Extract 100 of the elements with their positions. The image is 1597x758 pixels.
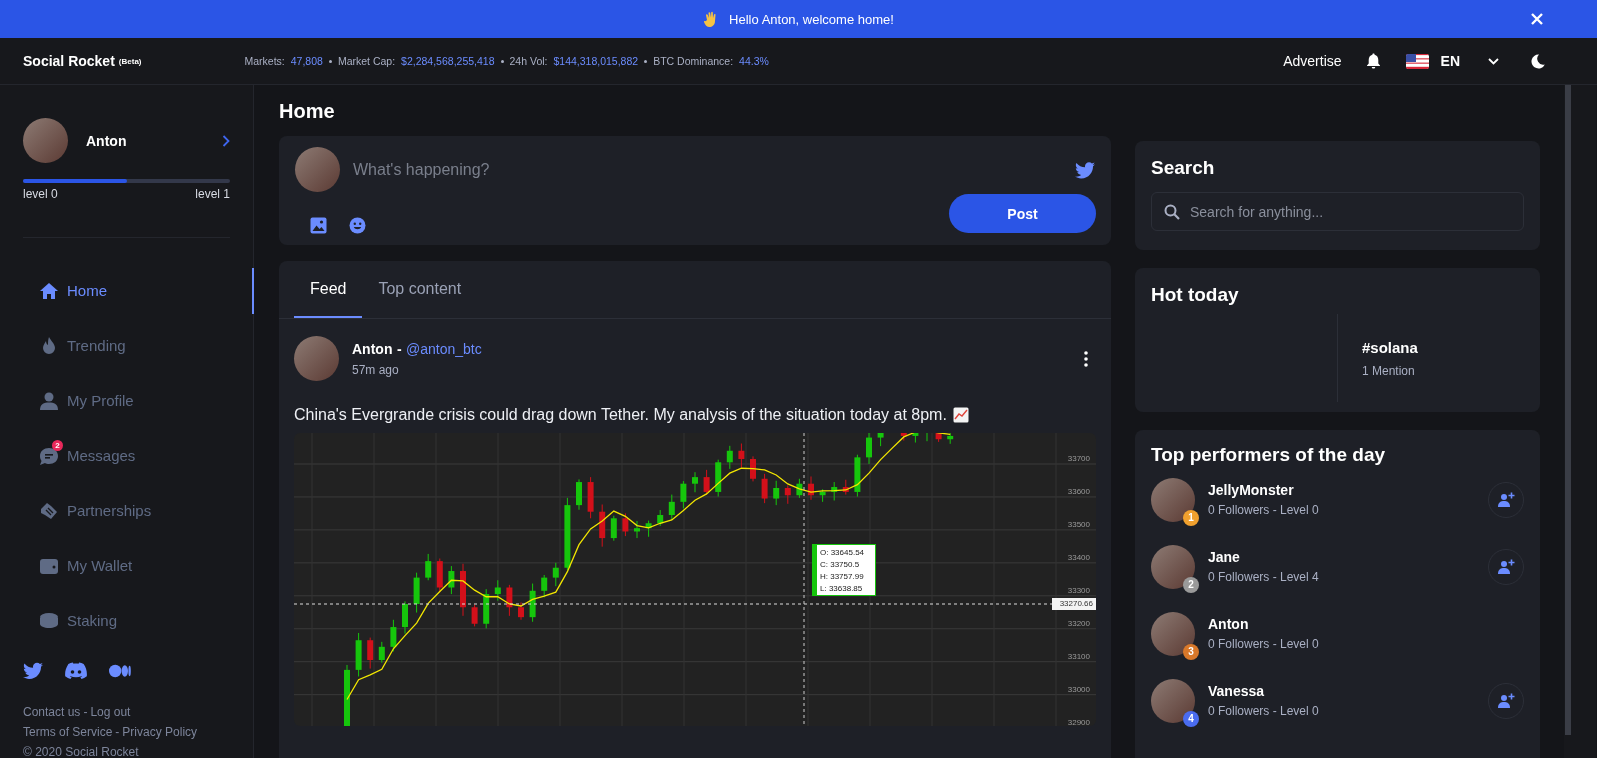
candle: [680, 480, 687, 509]
price-tag: 33270.66: [1052, 598, 1096, 610]
card-title: Search: [1151, 157, 1216, 179]
nav-item[interactable]: Staking: [23, 593, 230, 648]
footer-link[interactable]: Contact us: [23, 705, 81, 719]
avatar-photo[interactable]: [23, 118, 68, 163]
axis-tick-label: 33700: [1067, 454, 1090, 463]
candle: [494, 579, 501, 602]
tooltip-value: O: 33645.54: [820, 547, 866, 559]
nav-item[interactable]: Partnerships: [23, 483, 230, 538]
footer-link[interactable]: Terms of Service: [23, 725, 113, 739]
add-person-icon: [1497, 492, 1515, 507]
close-icon[interactable]: [1531, 13, 1543, 25]
nav-item[interactable]: Home: [23, 263, 230, 318]
candle: [448, 565, 455, 595]
feed-tab[interactable]: Top content: [362, 261, 478, 318]
candle: [344, 664, 350, 726]
stat-label: BTC Dominance:: [653, 55, 734, 67]
stat-value[interactable]: 47,808: [290, 55, 323, 67]
axis-tick-label: 33100: [1067, 651, 1090, 661]
twitter-icon[interactable]: [1075, 162, 1095, 179]
mention-count: 1 Mention: [1362, 364, 1416, 378]
us-flag-icon[interactable]: [1405, 53, 1429, 69]
candle: [877, 433, 884, 447]
candle: [436, 558, 443, 593]
performer-name[interactable]: Jane: [1208, 549, 1319, 565]
candle: [715, 459, 722, 498]
image-icon[interactable]: [310, 217, 327, 234]
twitter-icon[interactable]: [23, 662, 43, 680]
discord-icon[interactable]: [65, 662, 87, 680]
feed-tab[interactable]: Feed: [294, 261, 363, 318]
candle: [831, 481, 838, 501]
notification-bell-icon[interactable]: [1365, 53, 1381, 69]
separator-dot: [644, 59, 648, 63]
candle: [761, 473, 768, 504]
axis-tick-label: 32900: [1067, 717, 1090, 726]
candle: [784, 484, 791, 505]
candle: [900, 433, 907, 442]
candle: [866, 433, 872, 465]
performer-name[interactable]: Anton: [1208, 616, 1319, 632]
language-selector[interactable]: EN: [1440, 53, 1460, 69]
candle: [587, 476, 594, 519]
user-name[interactable]: Anton: [86, 132, 127, 149]
stat-value[interactable]: $2,284,568,255,418: [401, 55, 495, 67]
tooltip-value: H: 33757.99: [820, 571, 865, 583]
candle: [413, 572, 420, 614]
performer-name[interactable]: Vanessa: [1208, 683, 1319, 699]
page-title: Home: [279, 100, 336, 123]
nav-item[interactable]: My Profile: [23, 373, 230, 428]
performer-name[interactable]: JellyMonster: [1208, 482, 1319, 498]
candle: [506, 584, 513, 617]
emoji-icon[interactable]: [349, 217, 366, 234]
candle: [367, 637, 374, 670]
stat-value[interactable]: 44.3%: [739, 55, 769, 67]
stat-value[interactable]: $144,318,015,882: [553, 55, 639, 67]
candle: [425, 553, 432, 581]
candle: [935, 433, 942, 443]
avatar-photo[interactable]: [1151, 678, 1195, 723]
avatar-photo[interactable]: [1151, 611, 1195, 656]
nav-item[interactable]: Trending: [23, 318, 230, 373]
axis-tick-label: 33400: [1067, 552, 1090, 562]
nav-item[interactable]: My Wallet: [23, 538, 230, 593]
medium-icon[interactable]: [109, 662, 131, 680]
post-button[interactable]: Post: [949, 194, 1096, 233]
moon-icon[interactable]: [1531, 53, 1545, 69]
axis-tick-label: 33200: [1067, 618, 1090, 628]
author-name[interactable]: Anton: [352, 341, 393, 357]
author-handle[interactable]: @anton_btc: [406, 341, 482, 357]
add-person-icon: [1497, 559, 1515, 574]
advertise-link[interactable]: Advertise: [1283, 53, 1342, 69]
search-field[interactable]: Search for anything...: [1151, 192, 1524, 231]
brand-logo[interactable]: Social Rocket: [23, 53, 115, 69]
candle: [599, 503, 606, 548]
performer-stats: 0 Followers - Level 0: [1208, 637, 1319, 651]
candle: [854, 454, 861, 498]
more-options-icon[interactable]: [1084, 350, 1088, 367]
avatar-photo[interactable]: [1151, 544, 1195, 589]
footer-link[interactable]: Privacy Policy: [122, 725, 198, 739]
nav-item[interactable]: Messages 2: [23, 428, 230, 483]
candle: [518, 601, 524, 621]
candle: [808, 475, 814, 501]
avatar-photo[interactable]: [1151, 477, 1195, 522]
axis-tick-label: 33600: [1067, 486, 1090, 496]
performer-stats: 0 Followers - Level 0: [1208, 704, 1319, 718]
chevron-right-icon[interactable]: [222, 134, 230, 147]
hashtag-link[interactable]: #solana: [1362, 339, 1524, 356]
chart-emoji-icon: [952, 407, 969, 423]
stat-label: 24h Vol:: [509, 55, 548, 67]
chevron-down-icon[interactable]: [1488, 57, 1499, 65]
separator-dot: [500, 59, 504, 63]
candle: [738, 443, 745, 469]
candle: [645, 520, 652, 538]
link-separator: -: [83, 705, 88, 719]
candle: [541, 574, 548, 598]
footer-link[interactable]: Log out: [90, 705, 131, 719]
post-input[interactable]: What's happening?: [353, 159, 953, 181]
candle: [819, 488, 826, 503]
avatar-photo[interactable]: [294, 336, 339, 381]
candle: [355, 632, 362, 677]
candle: [529, 583, 536, 623]
